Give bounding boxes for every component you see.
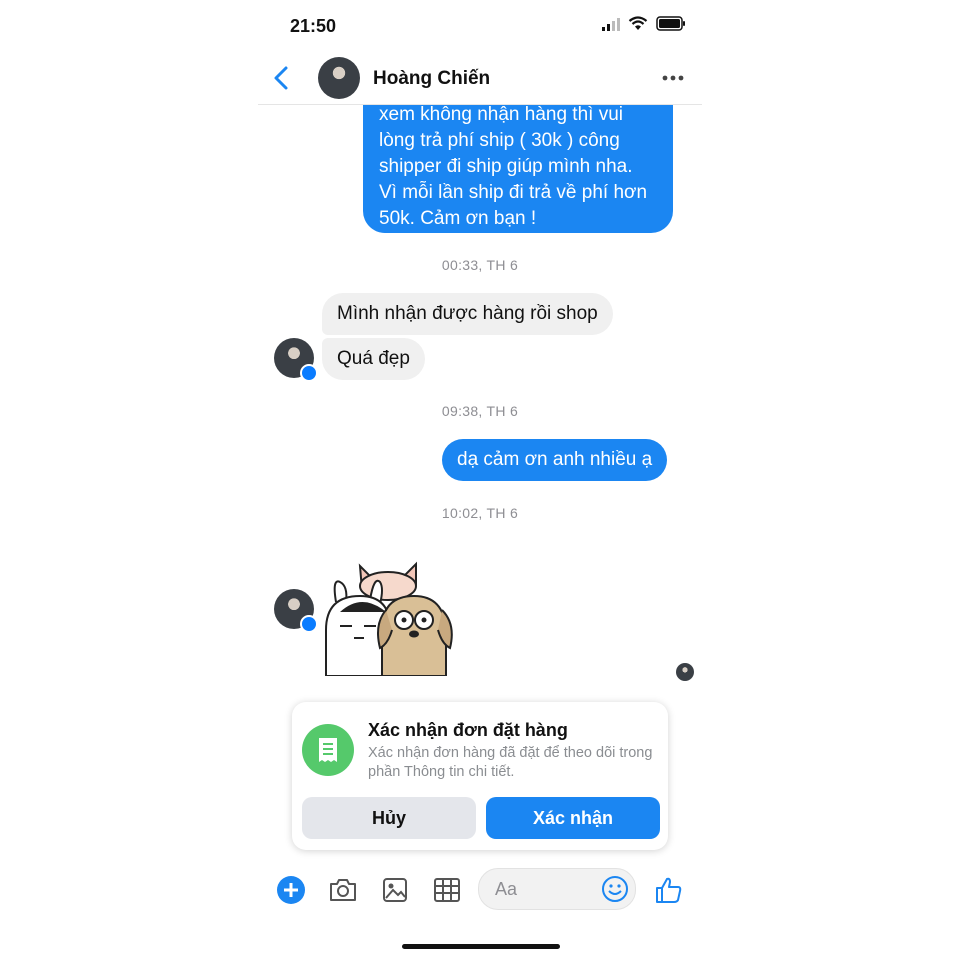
timestamp: 10:02, TH 6 [441,505,519,521]
back-icon[interactable] [268,64,296,92]
outgoing-message[interactable]: dạ cảm ơn anh nhiều ạ [442,439,668,481]
message-input[interactable]: Aa [478,868,636,910]
sticker-image[interactable] [322,560,462,676]
messenger-badge-icon [300,615,318,633]
message-line: xem không nhận hàng thì vui [379,104,624,125]
battery-icon [656,16,685,31]
message-line: 50k. Cảm ơn bạn ! [379,208,537,229]
timestamp: 09:38, TH 6 [441,403,519,419]
home-indicator[interactable] [402,944,560,949]
contact-name[interactable]: Hoàng Chiến [373,68,490,90]
message-text: dạ cảm ơn anh nhiều ạ [457,449,653,470]
message-line: shipper đi ship giúp mình nha. [379,156,633,177]
status-bar: 21:50 [258,0,702,54]
outgoing-message[interactable]: xem không nhận hàng thì vui lòng trả phí… [363,104,673,233]
confirm-button[interactable]: Xác nhận [486,797,660,839]
cancel-button[interactable]: Hủy [302,797,476,839]
card-icon-circle [302,724,354,776]
message-text: Quá đẹp [337,348,410,369]
wifi-icon [628,16,648,30]
incoming-message[interactable]: Mình nhận được hàng rồi shop [322,293,613,335]
incoming-message[interactable]: Quá đẹp [322,338,425,380]
plus-icon[interactable] [276,875,306,905]
more-icon[interactable] [662,74,684,82]
phone-screen: 21:50 Hoàng Chiến xem không nhận hàng th… [258,0,702,960]
messenger-badge-icon [300,364,318,382]
seen-receipt-avatar [676,663,694,681]
card-title: Xác nhận đơn đặt hàng [368,720,568,740]
card-description: Xác nhận đơn hàng đã đặt để theo dõi tro… [368,745,653,780]
camera-icon[interactable] [328,875,358,905]
timestamp: 00:33, TH 6 [441,257,519,273]
status-time: 21:50 [290,16,337,36]
status-icons [602,16,686,31]
thumbs-up-icon[interactable] [654,875,684,905]
signal-icon [602,17,620,31]
conversation-header: Hoàng Chiến [258,54,702,105]
message-line: lòng trả phí ship ( 30k ) công [379,130,620,151]
grid-icon[interactable] [432,875,462,905]
message-line: Vì mỗi lần ship đi trả về phí hơn [379,182,648,203]
message-input-placeholder: Aa [495,879,518,899]
contact-avatar[interactable] [318,57,360,99]
image-icon[interactable] [380,875,410,905]
order-confirmation-card: Xác nhận đơn đặt hàng Xác nhận đơn hàng … [292,702,668,850]
message-text: Mình nhận được hàng rồi shop [337,303,598,324]
receipt-icon [319,738,337,762]
message-composer: Aa [258,866,702,914]
emoji-icon[interactable] [601,875,629,903]
